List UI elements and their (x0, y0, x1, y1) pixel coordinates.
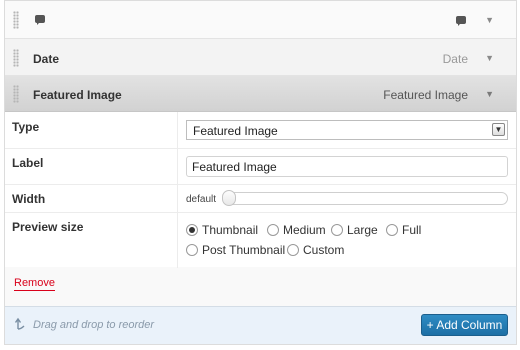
option-label: Custom (303, 243, 345, 257)
preview-option-post-thumbnail[interactable]: Post Thumbnail (186, 243, 285, 257)
columns-panel: ▼ Date Date ▼ Featured Image Featured Im… (4, 0, 517, 345)
reorder-hint: Drag and drop to reorder (33, 319, 155, 331)
width-label: Width (12, 192, 46, 206)
width-slider-handle[interactable] (222, 190, 236, 206)
column-settings: Type Featured Image ▼ Label Width defaul… (5, 112, 516, 268)
preview-option-medium[interactable]: Medium (267, 223, 326, 237)
radio-icon[interactable] (186, 244, 198, 256)
drag-handle-icon[interactable] (13, 85, 19, 103)
column-row-featured-image[interactable]: Featured Image Featured Image ▼ (5, 76, 516, 112)
setting-preview-size: Preview size (5, 212, 516, 268)
preview-option-thumbnail[interactable]: Thumbnail (186, 223, 258, 237)
label-label: Label (12, 156, 44, 170)
radio-icon[interactable] (386, 224, 398, 236)
column-type: Featured Image (383, 88, 468, 102)
chevron-down-icon[interactable]: ▼ (485, 89, 494, 99)
type-label: Type (12, 120, 40, 134)
column-title: Date (33, 52, 60, 66)
option-label: Full (402, 223, 422, 237)
column-row-date[interactable]: Date Date ▼ (5, 39, 516, 76)
column-title: Featured Image (33, 88, 122, 102)
reorder-arrow-icon (15, 317, 25, 330)
preview-option-large[interactable]: Large (331, 223, 378, 237)
remove-link[interactable]: Remove (14, 277, 55, 291)
column-row-comments[interactable]: ▼ (5, 1, 516, 39)
label-input[interactable] (186, 156, 508, 177)
type-select-value: Featured Image (193, 124, 278, 138)
radio-selected-icon[interactable] (186, 224, 198, 236)
add-column-button[interactable]: + Add Column (421, 314, 508, 336)
option-label: Large (347, 223, 378, 237)
chevron-down-icon[interactable]: ▼ (492, 123, 505, 136)
preview-size-label: Preview size (12, 220, 84, 234)
column-type: Date (442, 52, 468, 66)
width-slider[interactable] (223, 192, 508, 205)
comment-icon (35, 15, 45, 25)
radio-icon[interactable] (287, 244, 299, 256)
radio-icon[interactable] (331, 224, 343, 236)
preview-option-custom[interactable]: Custom (287, 243, 344, 257)
drag-handle-icon[interactable] (13, 49, 19, 67)
type-select[interactable]: Featured Image ▼ (186, 120, 508, 140)
drag-handle-icon[interactable] (13, 11, 19, 29)
option-label: Thumbnail (202, 223, 259, 237)
width-default-label: default (186, 194, 217, 205)
option-label: Medium (283, 223, 326, 237)
setting-type: Type Featured Image ▼ (5, 112, 516, 149)
chevron-down-icon[interactable]: ▼ (485, 15, 494, 25)
radio-icon[interactable] (267, 224, 279, 236)
footer-bar: Drag and drop to reorder + Add Column (5, 306, 516, 344)
chevron-down-icon[interactable]: ▼ (485, 53, 494, 63)
comment-icon (456, 16, 466, 26)
option-label: Post Thumbnail (202, 243, 286, 257)
preview-option-full[interactable]: Full (386, 223, 421, 237)
